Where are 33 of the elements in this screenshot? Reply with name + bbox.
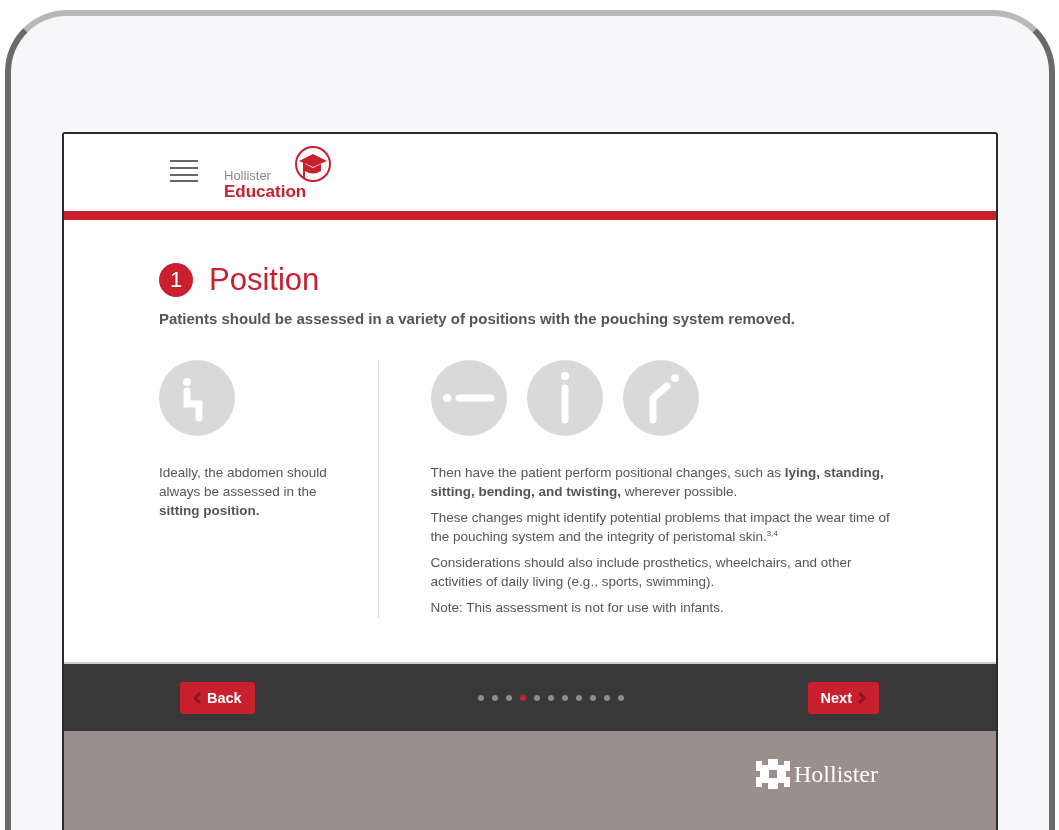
page-dot[interactable] xyxy=(492,694,499,701)
page-dot[interactable] xyxy=(506,694,513,701)
chevron-left-icon xyxy=(193,691,201,704)
step-number: 1 xyxy=(159,263,193,297)
lying-figure-icon xyxy=(430,360,507,436)
body-text: Note: This assessment is not for use with infants. xyxy=(430,599,725,617)
body-text: Ideally, the abdomen should always be assessed in the sitting position. xyxy=(159,464,328,520)
section-subtitle: Patients should be assessed in a variety of positions with the pouching system removed. xyxy=(159,310,796,327)
sitting-figure-icon xyxy=(159,360,235,436)
page-dot[interactable] xyxy=(534,694,541,701)
next-button[interactable]: Next xyxy=(807,681,879,714)
brand-name: Hollister xyxy=(794,760,878,789)
page-dot[interactable] xyxy=(478,694,485,701)
page-dot[interactable] xyxy=(618,694,625,701)
page-dot[interactable] xyxy=(604,694,611,701)
body-text: Considerations should also include prosthetics, wheelchairs, and other activities of daily living (e.g., sports, swimming). xyxy=(430,554,853,591)
page-dot[interactable] xyxy=(576,694,583,701)
logo-text: Hollister xyxy=(224,168,272,183)
logo-text: Education xyxy=(224,182,307,201)
brand-mark-icon xyxy=(756,759,790,789)
body-text: These changes might identify potential problems that impact the wear time of the pouching system and the integrity of peristomal skin.$^{3,4}$ xyxy=(430,509,891,546)
chevron-right-icon xyxy=(858,691,866,704)
standing-figure-icon xyxy=(526,360,603,436)
back-button[interactable]: Back xyxy=(180,681,255,714)
page-dot[interactable] xyxy=(548,694,555,701)
section-title: Position xyxy=(209,262,320,298)
bending-figure-icon xyxy=(622,360,699,436)
menu-icon[interactable] xyxy=(170,159,198,182)
graduation-cap-icon xyxy=(294,144,333,183)
page-dot[interactable] xyxy=(562,694,569,701)
page-dot[interactable] xyxy=(520,694,527,701)
body-text: Then have the patient perform positional changes, such as lying, standing, sitting, bending, and twisting, wherever possible. xyxy=(430,464,885,501)
page-dot[interactable] xyxy=(590,694,597,701)
